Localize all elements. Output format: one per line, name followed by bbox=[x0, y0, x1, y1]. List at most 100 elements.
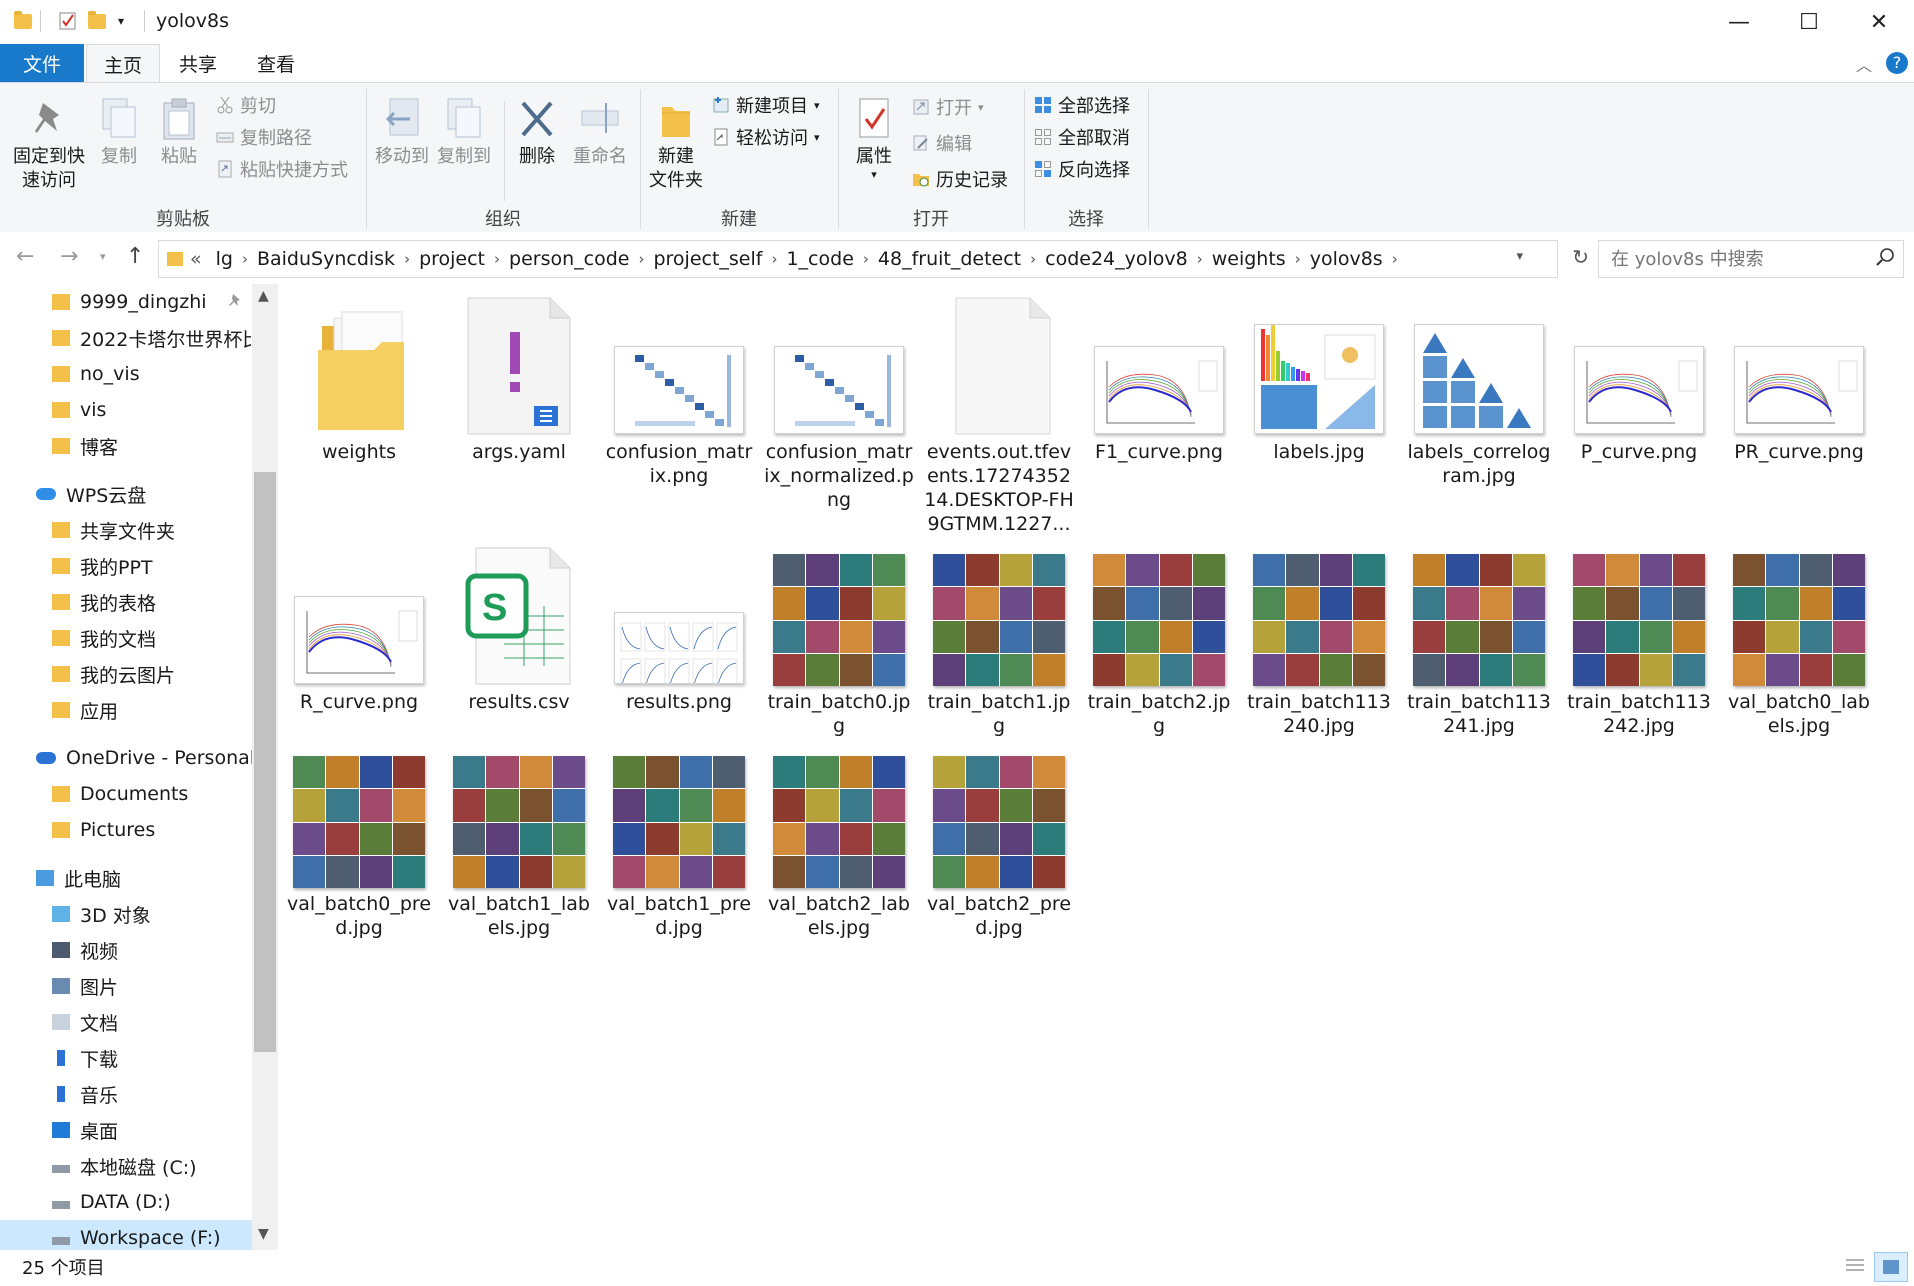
sidebar-item[interactable]: 视频 bbox=[0, 932, 252, 968]
close-button[interactable]: ✕ bbox=[1844, 0, 1914, 44]
sidebar-item[interactable]: 音乐 bbox=[0, 1076, 252, 1112]
sidebar-item[interactable]: 本地磁盘 (C:) bbox=[0, 1148, 252, 1184]
easy-access-button[interactable]: 轻松访问 ▾ bbox=[712, 123, 820, 151]
file-item[interactable]: val_batch2_pred.jpg bbox=[924, 748, 1074, 940]
breadcrumb-chevron-icon[interactable]: › bbox=[769, 250, 779, 268]
refresh-icon[interactable]: ↻ bbox=[1572, 245, 1589, 269]
file-item[interactable]: confusion_matrix.png bbox=[604, 296, 754, 488]
properties-button[interactable]: 属性 ▾ bbox=[846, 97, 902, 181]
breadcrumb-chevron-icon[interactable]: › bbox=[1293, 250, 1303, 268]
large-icons-view-icon[interactable] bbox=[1874, 1252, 1908, 1282]
copy-button[interactable]: 复制 bbox=[96, 97, 142, 169]
tab-view[interactable]: 查看 bbox=[240, 44, 312, 82]
sidebar-item[interactable]: vis bbox=[0, 392, 252, 428]
sidebar-scrollbar-thumb[interactable] bbox=[254, 472, 276, 1052]
minimize-button[interactable]: — bbox=[1704, 0, 1774, 44]
sidebar-item[interactable]: 桌面 bbox=[0, 1112, 252, 1148]
sidebar-item[interactable]: 此电脑 bbox=[0, 860, 252, 896]
breadcrumb-chevron-icon[interactable]: › bbox=[492, 250, 502, 268]
address-bar[interactable]: « lg › BaiduSyncdisk › project › person_cod… bbox=[158, 240, 1589, 278]
tab-home[interactable]: 主页 bbox=[86, 44, 160, 83]
edit-button[interactable]: 编辑 bbox=[912, 129, 972, 157]
search-icon[interactable] bbox=[1875, 247, 1895, 272]
copy-to-button[interactable]: 复制到 bbox=[434, 97, 494, 169]
select-all-button[interactable]: 全部选择 bbox=[1034, 91, 1130, 119]
file-item[interactable]: val_batch2_labels.jpg bbox=[764, 748, 914, 940]
address-history-chevron-icon[interactable]: ▾ bbox=[1516, 249, 1523, 264]
file-item[interactable]: results.png bbox=[604, 546, 754, 714]
sidebar-item[interactable]: 我的文档 bbox=[0, 620, 252, 656]
details-view-icon[interactable] bbox=[1844, 1256, 1866, 1276]
tab-file[interactable]: 文件 bbox=[0, 44, 84, 82]
scroll-up-icon[interactable]: ▲ bbox=[258, 288, 269, 304]
open-button[interactable]: 打开 ▾ bbox=[912, 93, 984, 121]
breadcrumb-item[interactable]: yolov8s bbox=[1303, 248, 1390, 270]
scroll-down-icon[interactable]: ▼ bbox=[258, 1226, 269, 1242]
paste-shortcut-button[interactable]: 粘贴快捷方式 bbox=[216, 155, 348, 183]
new-folder-button[interactable]: 新建 文件夹 bbox=[646, 97, 706, 193]
sidebar-item[interactable]: 2022卡塔尔世界杯比赛 bbox=[0, 320, 252, 356]
sidebar-item[interactable]: Pictures bbox=[0, 812, 252, 848]
select-none-button[interactable]: 全部取消 bbox=[1034, 123, 1130, 151]
sidebar-item[interactable]: 9999_dingzhi bbox=[0, 284, 252, 320]
breadcrumb-item[interactable]: weights bbox=[1205, 248, 1293, 270]
sidebar-item[interactable]: Workspace (F:) bbox=[0, 1220, 252, 1250]
sidebar-item[interactable]: 我的PPT bbox=[0, 548, 252, 584]
back-arrow-icon[interactable]: ← bbox=[16, 244, 34, 269]
sidebar-item[interactable]: OneDrive - Personal bbox=[0, 740, 252, 776]
collapse-ribbon-icon[interactable]: ︿ bbox=[1856, 52, 1872, 76]
file-item[interactable]: confusion_matrix_normalized.png bbox=[764, 296, 914, 512]
file-item[interactable]: train_batch2.jpg bbox=[1084, 546, 1234, 738]
sidebar-item[interactable]: 应用 bbox=[0, 692, 252, 728]
sidebar-item[interactable]: 我的表格 bbox=[0, 584, 252, 620]
folder-item[interactable]: weights bbox=[284, 296, 434, 464]
sidebar-item[interactable]: Documents bbox=[0, 776, 252, 812]
pin-quick-access-button[interactable]: 固定到快 速访问 bbox=[8, 97, 90, 193]
paste-button[interactable]: 粘贴 bbox=[156, 97, 202, 169]
tab-share[interactable]: 共享 bbox=[162, 44, 234, 82]
invert-selection-button[interactable]: 反向选择 bbox=[1034, 155, 1130, 183]
delete-button[interactable]: 删除 bbox=[512, 97, 562, 169]
customize-quick-access-icon[interactable]: ▾ bbox=[118, 14, 138, 34]
maximize-button[interactable]: ☐ bbox=[1774, 0, 1844, 44]
breadcrumb-item[interactable]: person_code bbox=[502, 248, 636, 270]
new-folder-quick-icon[interactable] bbox=[88, 11, 108, 31]
file-item[interactable]: PR_curve.png bbox=[1724, 296, 1874, 464]
file-item[interactable]: args.yaml bbox=[444, 296, 594, 464]
file-item[interactable]: train_batch113241.jpg bbox=[1404, 546, 1554, 738]
breadcrumb-item[interactable]: lg bbox=[209, 248, 240, 270]
sidebar-item[interactable]: WPS云盘 bbox=[0, 476, 252, 512]
sidebar-item[interactable]: 共享文件夹 bbox=[0, 512, 252, 548]
breadcrumb-item[interactable]: code24_yolov8 bbox=[1038, 248, 1195, 270]
breadcrumb-chevron-icon[interactable]: › bbox=[1390, 250, 1400, 268]
breadcrumb-item[interactable]: 1_code bbox=[779, 248, 860, 270]
breadcrumb-chevron-icon[interactable]: › bbox=[861, 250, 871, 268]
sidebar-item[interactable]: 图片 bbox=[0, 968, 252, 1004]
sidebar-item[interactable]: DATA (D:) bbox=[0, 1184, 252, 1220]
file-item[interactable]: Sresults.csv bbox=[444, 546, 594, 714]
file-item[interactable]: F1_curve.png bbox=[1084, 296, 1234, 464]
move-to-button[interactable]: 移动到 bbox=[372, 97, 432, 169]
breadcrumb-chevron-icon[interactable]: › bbox=[636, 250, 646, 268]
help-icon[interactable]: ? bbox=[1886, 52, 1908, 74]
sidebar-item[interactable]: 下载 bbox=[0, 1040, 252, 1076]
file-item[interactable]: val_batch1_pred.jpg bbox=[604, 748, 754, 940]
file-item[interactable]: val_batch1_labels.jpg bbox=[444, 748, 594, 940]
file-item[interactable]: labels.jpg bbox=[1244, 296, 1394, 464]
file-item[interactable]: train_batch113242.jpg bbox=[1564, 546, 1714, 738]
breadcrumb-item[interactable]: BaiduSyncdisk bbox=[250, 248, 402, 270]
breadcrumb-chevron-icon[interactable]: › bbox=[240, 250, 250, 268]
file-item[interactable]: events.out.tfevents.1727435214.DESKTOP-F… bbox=[924, 296, 1074, 536]
file-item[interactable]: train_batch1.jpg bbox=[924, 546, 1074, 738]
file-item[interactable]: labels_correlogram.jpg bbox=[1404, 296, 1554, 488]
file-item[interactable]: train_batch0.jpg bbox=[764, 546, 914, 738]
up-arrow-icon[interactable]: ↑ bbox=[126, 244, 144, 269]
rename-button[interactable]: 重命名 bbox=[568, 97, 632, 169]
recent-locations-chevron-icon[interactable]: ▾ bbox=[100, 250, 106, 263]
copy-path-button[interactable]: 复制路径 bbox=[216, 123, 312, 151]
breadcrumb-item[interactable]: 48_fruit_detect bbox=[871, 248, 1028, 270]
new-item-button[interactable]: 新建项目 ▾ bbox=[712, 91, 820, 119]
sidebar-item[interactable]: 3D 对象 bbox=[0, 896, 252, 932]
history-button[interactable]: 历史记录 bbox=[912, 165, 1008, 193]
breadcrumb-item[interactable]: project_self bbox=[646, 248, 769, 270]
